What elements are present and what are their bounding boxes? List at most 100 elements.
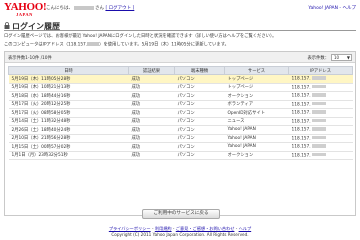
ip-prefix: 118.157. xyxy=(291,152,311,158)
cell-ip: 118.157. xyxy=(288,108,353,118)
footer: プライバシーポリシー - 利用規約 - ご意見・ご感想・お問い合わせ - ヘルプ… xyxy=(0,226,360,237)
masked-ip xyxy=(311,135,326,140)
cell-ip: 118.157. xyxy=(288,100,353,109)
table-header-row: 日時 認証結果 端末種類 サービス IPアドレス xyxy=(8,66,353,75)
cell-ip: 118.157. xyxy=(288,142,353,152)
table-row: 2月26日（土）18時40分24秒 成功 パソコン Yahoo! JAPAN 1… xyxy=(8,125,353,135)
cell-service: Yahoo! JAPAN xyxy=(224,142,289,152)
cell-datetime: 5月19日（木）11時05分28秒 xyxy=(8,74,129,84)
ip-info-prefix: このコンピュータはIPアドレス（118.157. xyxy=(4,42,88,48)
cell-result: 成功 xyxy=(128,83,175,92)
cell-device: パソコン xyxy=(174,151,225,160)
login-history-box: 表示件数1-10件 /10件 表示件数： 10 ▼ 日時 認証結果 端末種類 サ… xyxy=(4,51,356,216)
cell-service: ニュース xyxy=(224,117,289,126)
ip-info-suffix: ）を使用しています。5月19日（木）11時05分に更新しています。 xyxy=(99,42,229,48)
cell-service: Yahoo! JAPAN xyxy=(224,125,289,135)
display-count-label: 表示件数： xyxy=(307,56,329,61)
masked-ip xyxy=(311,118,326,123)
ip-prefix: 118.157. xyxy=(291,127,311,133)
cell-ip: 118.157. xyxy=(288,91,353,101)
cell-datetime: 5月19日（木）10時21分13秒 xyxy=(8,83,129,92)
page-title: ログイン履歴 xyxy=(12,22,60,31)
lock-icon xyxy=(4,22,10,29)
cell-ip: 118.157. xyxy=(288,117,353,126)
header: YAHOO! JAPAN こんにちは、 さん [ ログアウト ] Yahoo! J… xyxy=(4,2,356,20)
logout-link[interactable]: [ ログアウト ] xyxy=(105,6,134,11)
masked-ip xyxy=(311,84,326,89)
table-row: 5月18日（水）18時44分16秒 成功 パソコン オークション 118.157… xyxy=(8,91,353,101)
masked-ip xyxy=(311,144,326,148)
table-row: 1月15日（土）00時57分02秒 成功 パソコン Yahoo! JAPAN 1… xyxy=(8,142,353,152)
back-to-service-button[interactable]: ご利用中のサービスに戻る xyxy=(142,209,220,219)
table-row: 5月19日（木）11時05分28秒 成功 パソコン トップページ 118.157… xyxy=(8,74,353,84)
cell-datetime: 1月15日（土）00時57分02秒 xyxy=(8,142,129,152)
cell-ip: 118.157. xyxy=(288,83,353,92)
cell-result: 成功 xyxy=(128,125,175,135)
display-count-select[interactable]: 10 ▼ xyxy=(331,54,352,61)
chevron-down-icon: ▼ xyxy=(346,55,350,60)
header-datetime: 日時 xyxy=(8,66,129,75)
table-row: 5月17日（火）08時58分05秒 成功 パソコン OpenID対応サイト 11… xyxy=(8,108,353,118)
masked-ip xyxy=(311,152,326,157)
cell-service: トップページ xyxy=(224,83,289,92)
masked-ip xyxy=(311,93,326,97)
privacy-policy-link[interactable]: プライバシーポリシー xyxy=(109,226,151,231)
ip-prefix: 118.157. xyxy=(291,144,311,150)
cell-datetime: 5月14日（土）11時32分48秒 xyxy=(8,117,129,126)
cell-result: 成功 xyxy=(128,74,175,84)
ip-info: このコンピュータはIPアドレス（118.157. ）を使用しています。5月19日（… xyxy=(4,42,356,48)
header-device: 端末種類 xyxy=(174,66,225,75)
masked-ip xyxy=(311,76,326,80)
cell-datetime: 5月17日（火）08時58分05秒 xyxy=(8,108,129,118)
page-description: ログイン履歴ページでは、お客様が最近 Yahoo! JAPANにログインした日時… xyxy=(4,34,277,39)
cell-device: パソコン xyxy=(174,74,225,84)
cell-ip: 118.157. xyxy=(288,125,353,135)
masked-ip xyxy=(87,42,100,46)
ip-prefix: 118.157. xyxy=(291,101,311,107)
cell-device: パソコン xyxy=(174,125,225,135)
top-links[interactable]: Yahoo! JAPAN - ヘルプ xyxy=(308,5,356,11)
cell-service: オークション xyxy=(224,151,289,160)
title-row: ログイン履歴 xyxy=(4,21,356,31)
masked-ip xyxy=(311,101,326,106)
ip-prefix: 118.157. xyxy=(291,110,311,116)
cell-datetime: 5月17日（火）20時12分25秒 xyxy=(8,100,129,109)
display-count-value: 10 xyxy=(334,55,340,60)
feedback-link[interactable]: ご意見・ご感想・お問い合わせ xyxy=(176,226,235,231)
ip-prefix: 118.157. xyxy=(291,135,311,141)
ip-prefix: 118.157. xyxy=(291,84,311,90)
ip-prefix: 118.157. xyxy=(291,76,311,82)
cell-result: 成功 xyxy=(128,134,175,143)
cell-datetime: 1月1日（月）23時32分51秒 xyxy=(8,151,129,160)
cell-device: パソコン xyxy=(174,134,225,143)
cell-ip: 118.157. xyxy=(288,134,353,143)
help-link[interactable]: ヘルプ xyxy=(239,226,252,231)
cell-datetime: 2月26日（土）18時40分24秒 xyxy=(8,125,129,135)
cell-service: オークション xyxy=(224,91,289,101)
cell-device: パソコン xyxy=(174,117,225,126)
cell-service: OpenID対応サイト xyxy=(224,108,289,118)
cell-service: トップページ xyxy=(224,74,289,84)
result-count: 表示件数1-10件 /10件 xyxy=(8,56,52,61)
greeting-prefix: こんにちは、 xyxy=(46,6,73,11)
cell-result: 成功 xyxy=(128,108,175,118)
cell-service: Yahoo! JAPAN xyxy=(224,134,289,143)
cell-result: 成功 xyxy=(128,100,175,109)
cell-device: パソコン xyxy=(174,100,225,109)
masked-ip xyxy=(311,127,326,131)
ip-prefix: 118.157. xyxy=(291,93,311,99)
table-row: 5月19日（木）10時21分13秒 成功 パソコン トップページ 118.157… xyxy=(8,83,353,92)
cell-device: パソコン xyxy=(174,83,225,92)
cell-datetime: 5月18日（水）18時44分16秒 xyxy=(8,91,129,101)
greeting-suffix: さん xyxy=(95,6,104,11)
masked-user-id xyxy=(74,5,94,10)
table-row: 5月17日（火）20時12分25秒 成功 パソコン ボランティア 118.157… xyxy=(8,100,353,109)
cell-service: ボランティア xyxy=(224,100,289,109)
results-bar: 表示件数1-10件 /10件 表示件数： 10 ▼ xyxy=(5,52,355,63)
table-row: 5月14日（土）11時32分48秒 成功 パソコン ニュース 118.157. xyxy=(8,117,353,126)
cell-result: 成功 xyxy=(128,91,175,101)
terms-link[interactable]: 利用規約 xyxy=(155,226,172,231)
table-row: 2月10日（木）21時56分28秒 成功 パソコン Yahoo! JAPAN 1… xyxy=(8,134,353,143)
yahoo-logo[interactable]: YAHOO! xyxy=(4,2,47,13)
cell-result: 成功 xyxy=(128,142,175,152)
